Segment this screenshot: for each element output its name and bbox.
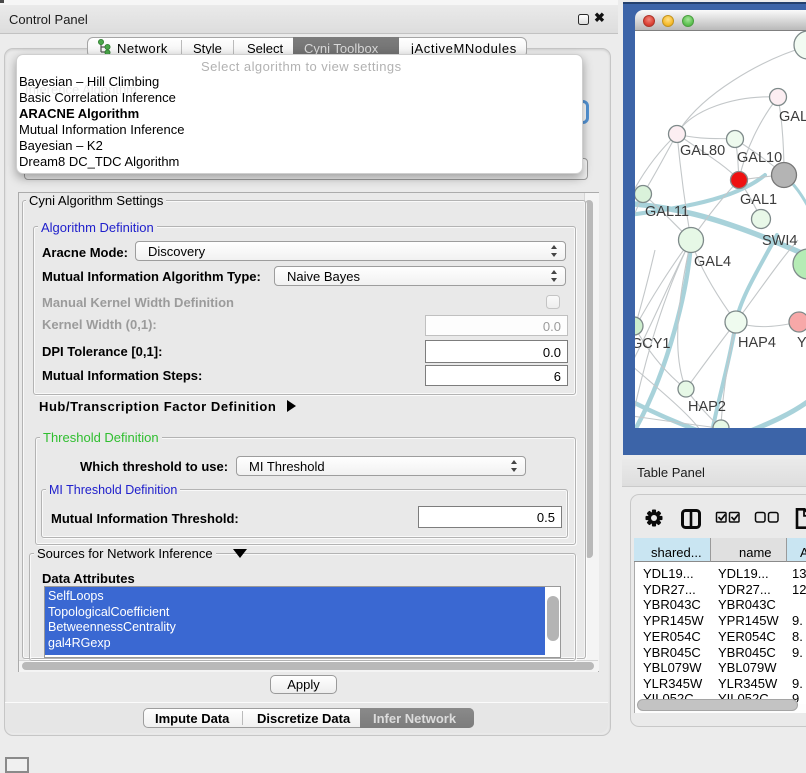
svg-text:HAP4: HAP4: [738, 335, 776, 351]
svg-text:GAL7: GAL7: [779, 109, 806, 125]
svg-text:YE: YE: [797, 335, 806, 351]
svg-text:GAL1: GAL1: [740, 192, 777, 208]
svg-text:GAL4: GAL4: [694, 254, 731, 270]
svg-text:SWI4: SWI4: [762, 233, 797, 249]
svg-text:GAL10: GAL10: [737, 150, 782, 166]
svg-text:HAP2: HAP2: [688, 399, 726, 415]
svg-text:GAL80: GAL80: [680, 143, 725, 159]
svg-text:GAL11: GAL11: [645, 204, 689, 220]
svg-text:GCY1: GCY1: [635, 336, 671, 352]
